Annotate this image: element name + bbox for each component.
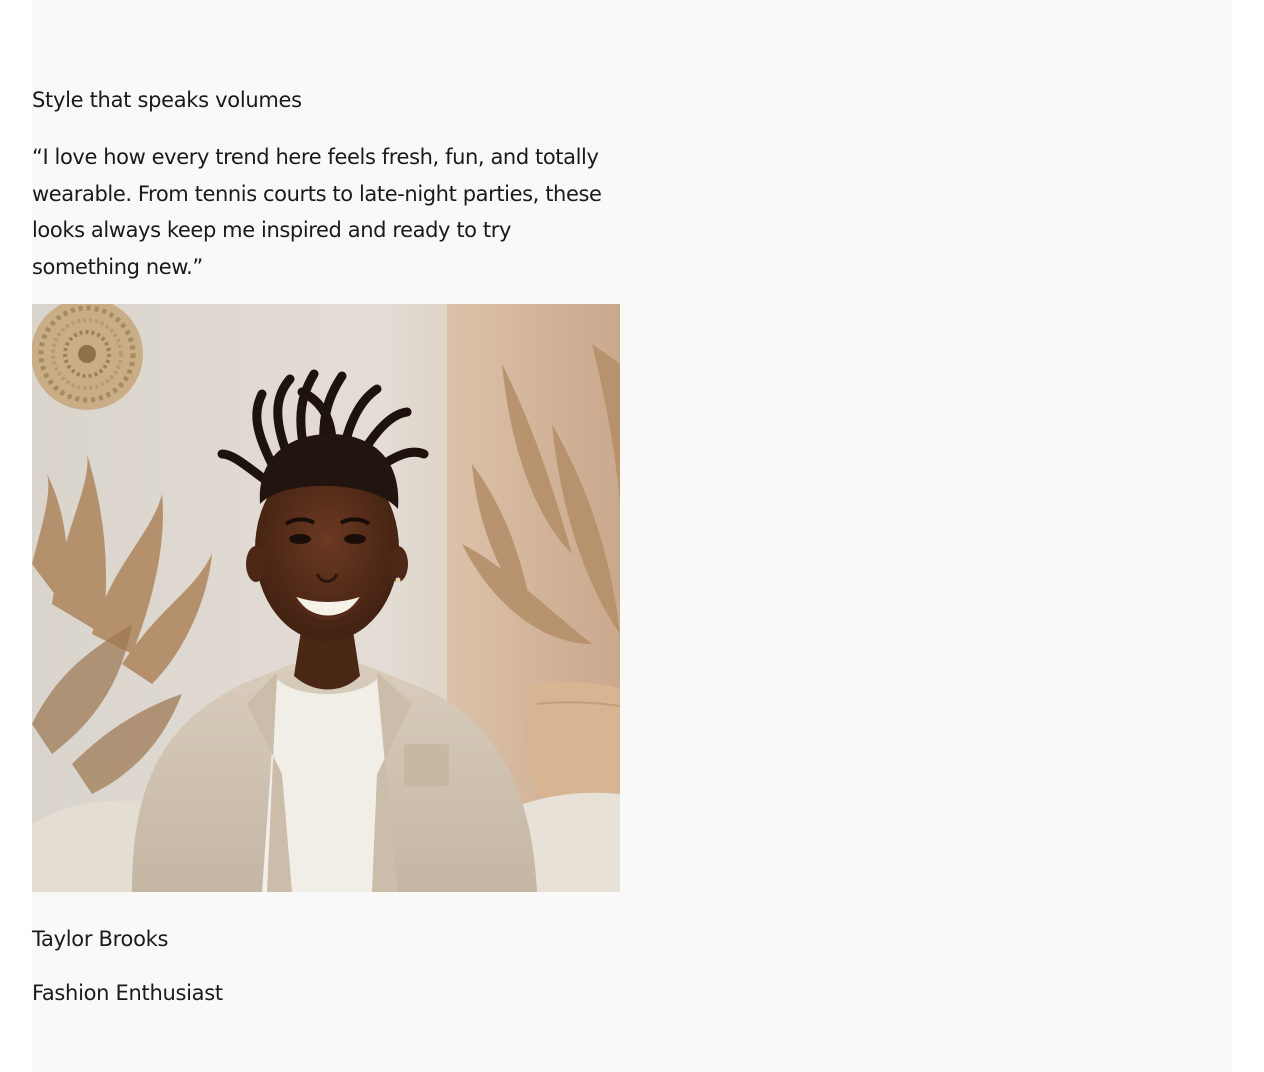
author-name: Taylor Brooks <box>32 927 169 951</box>
section-heading: Style that speaks volumes <box>32 88 302 112</box>
author-photo <box>32 304 620 892</box>
testimonial-section: Style that speaks volumes “I love how ev… <box>32 0 1232 1072</box>
author-role: Fashion Enthusiast <box>32 981 223 1005</box>
testimonial-quote: “I love how every trend here feels fresh… <box>32 145 602 279</box>
